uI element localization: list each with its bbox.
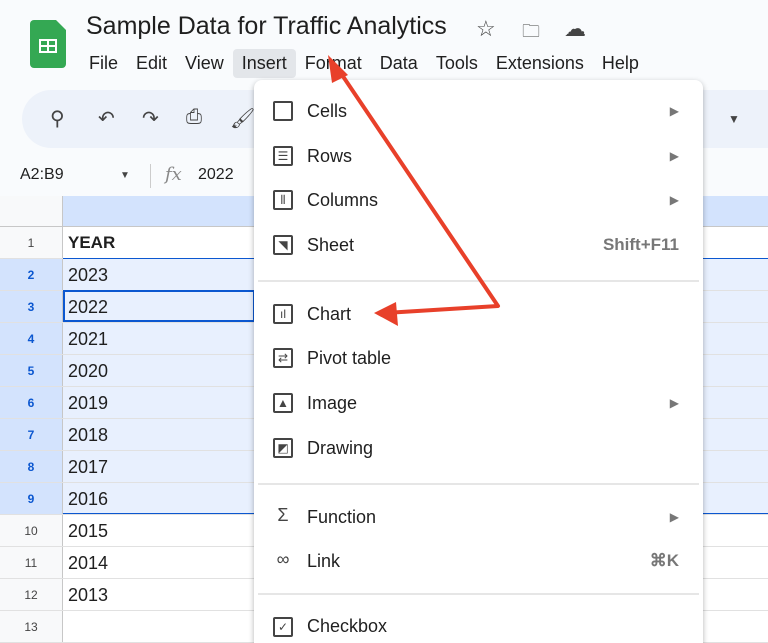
row-header[interactable]: 9 [0, 483, 63, 514]
sheet-icon: ◥ [273, 235, 293, 255]
menu-edit[interactable]: Edit [127, 49, 176, 78]
menu-separator [258, 593, 699, 595]
menu-item-pivot-table[interactable]: ⇄ Pivot table [254, 338, 703, 378]
menu-file[interactable]: File [80, 49, 127, 78]
redo-icon[interactable]: ↷ [142, 106, 159, 131]
menu-item-link[interactable]: ∞ Link ⌘K [254, 541, 703, 581]
move-folder-icon[interactable]: 🗀 [522, 19, 540, 49]
sheets-logo[interactable] [30, 20, 66, 68]
menu-insert[interactable]: Insert [232, 49, 296, 78]
menu-item-checkbox[interactable]: ✓ Checkbox [254, 610, 703, 643]
columns-icon: ⫴ [273, 190, 293, 210]
menu-extensions[interactable]: Extensions [487, 49, 593, 78]
rows-icon: ☰ [273, 146, 293, 166]
menu-item-image[interactable]: ▲ Image ▶ [254, 383, 703, 423]
formula-input[interactable]: 2022 [198, 166, 234, 184]
chart-icon: ıl [273, 304, 293, 324]
menu-separator [258, 483, 699, 485]
pivot-table-icon: ⇄ [273, 348, 293, 368]
shortcut: Shift+F11 [602, 235, 679, 254]
select-all-corner[interactable] [0, 196, 63, 227]
row-header[interactable]: 7 [0, 419, 63, 450]
print-icon[interactable]: ⎙ [186, 106, 202, 129]
menu-item-chart[interactable]: ıl Chart [254, 294, 703, 334]
row-header[interactable]: 13 [0, 611, 63, 642]
submenu-arrow-icon: ▶ [669, 510, 679, 524]
menu-item-drawing[interactable]: ◩ Drawing [254, 428, 703, 468]
row-header[interactable]: 4 [0, 323, 63, 354]
fx-icon: fx [165, 164, 182, 185]
menu-data[interactable]: Data [371, 49, 427, 78]
menu-view[interactable]: View [176, 49, 233, 78]
drawing-icon: ◩ [273, 438, 293, 458]
sigma-icon: Σ [277, 505, 289, 525]
menu-help[interactable]: Help [593, 49, 648, 78]
search-icon[interactable]: ⚲ [50, 106, 65, 131]
menu-format[interactable]: Format [296, 49, 371, 78]
menu-item-cells[interactable]: Cells ▶ [254, 91, 703, 131]
document-title[interactable]: Sample Data for Traffic Analytics [86, 12, 447, 41]
submenu-arrow-icon: ▶ [669, 193, 679, 207]
submenu-arrow-icon: ▶ [669, 104, 679, 118]
shortcut: ⌘K [649, 551, 679, 570]
divider [150, 164, 151, 188]
checkbox-icon: ✓ [273, 616, 293, 637]
star-icon[interactable]: ☆ [476, 16, 496, 42]
name-box[interactable]: A2:B9 [20, 166, 64, 184]
row-header[interactable]: 10 [0, 515, 63, 546]
row-header[interactable]: 8 [0, 451, 63, 482]
menu-tools[interactable]: Tools [427, 49, 487, 78]
menu-item-sheet[interactable]: ◥ Sheet Shift+F11 [254, 225, 703, 265]
name-box-dropdown-icon[interactable]: ▼ [120, 170, 130, 181]
submenu-arrow-icon: ▶ [669, 396, 679, 410]
row-header[interactable]: 5 [0, 355, 63, 386]
dropdown-icon[interactable]: ▼ [728, 112, 740, 126]
row-header[interactable]: 1 [0, 227, 63, 258]
row-header[interactable]: 12 [0, 579, 63, 610]
image-icon: ▲ [273, 393, 293, 413]
row-header[interactable]: 3 [0, 291, 63, 322]
row-header[interactable]: 6 [0, 387, 63, 418]
menu-item-columns[interactable]: ⫴ Columns ▶ [254, 180, 703, 220]
insert-menu: Cells ▶ ☰ Rows ▶ ⫴ Columns ▶ ◥ Sheet Shift+F11 ıl Ch… [254, 80, 703, 643]
paint-format-icon[interactable]: 🖌 [230, 106, 255, 131]
row-header[interactable]: 11 [0, 547, 63, 578]
menu-item-function[interactable]: Σ Function ▶ [254, 497, 703, 537]
cells-icon [273, 101, 293, 121]
menu-item-rows[interactable]: ☰ Rows ▶ [254, 136, 703, 176]
submenu-arrow-icon: ▶ [669, 149, 679, 163]
menu-separator [258, 280, 699, 282]
row-header[interactable]: 2 [0, 259, 63, 290]
cloud-saved-icon[interactable]: ☁ [564, 16, 586, 42]
menu-bar: File Edit View Insert Format Data Tools … [80, 49, 648, 78]
link-icon: ∞ [276, 549, 290, 569]
undo-icon[interactable]: ↶ [98, 106, 115, 131]
